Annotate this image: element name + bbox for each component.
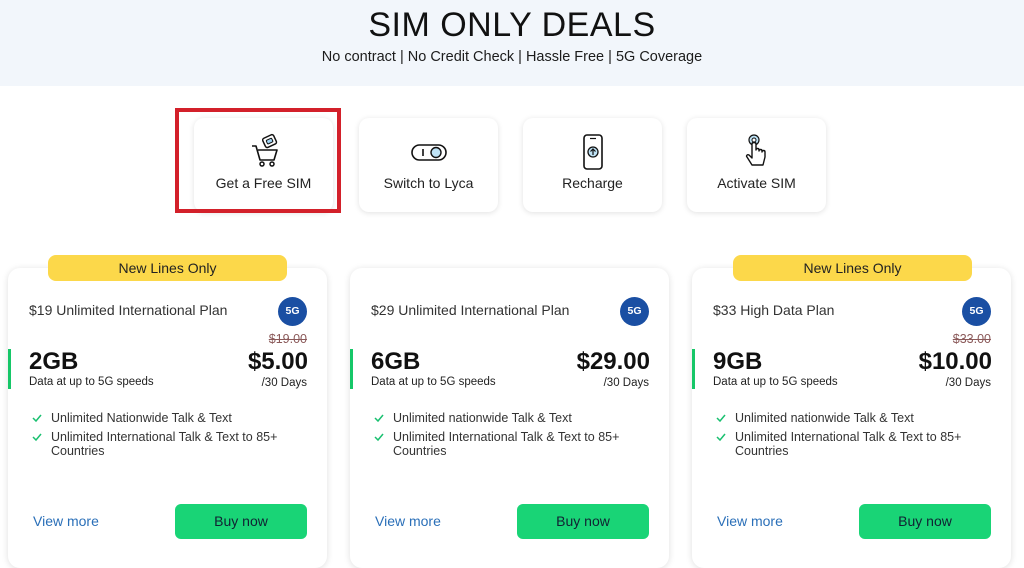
feature-list: Unlimited nationwide Talk & Text Unlimit… (374, 411, 649, 463)
buy-now-button[interactable]: Buy now (517, 504, 649, 539)
plan-card: $29 Unlimited International Plan 5G 6GB … (350, 268, 669, 568)
new-lines-only-ribbon: New Lines Only (48, 255, 287, 281)
tile-label: Activate SIM (717, 175, 796, 191)
view-more-link[interactable]: View more (375, 513, 441, 529)
check-icon (374, 433, 384, 442)
feature-item: Unlimited Nationwide Talk & Text (32, 411, 307, 425)
price-period: /30 Days (945, 377, 991, 389)
data-description: Data at up to 5G speeds (713, 376, 838, 388)
feature-text: Unlimited International Talk & Text to 8… (393, 430, 620, 458)
view-more-link[interactable]: View more (717, 513, 783, 529)
tile-label: Get a Free SIM (215, 175, 312, 191)
page-subtitle: No contract | No Credit Check | Hassle F… (321, 49, 703, 65)
accent-bar (692, 349, 695, 389)
plan-card: $33 High Data Plan 5G 9GB Data at up to … (692, 268, 1011, 568)
price-period: /30 Days (603, 377, 649, 389)
plan-name: $33 High Data Plan (713, 302, 835, 318)
feature-list: Unlimited Nationwide Talk & Text Unlimit… (32, 411, 307, 463)
plan-card: $19 Unlimited International Plan 5G 2GB … (8, 268, 327, 568)
toggle-switch-icon (410, 144, 447, 161)
price-period: /30 Days (261, 377, 307, 389)
hero-banner: SIM ONLY DEALS No contract | No Credit C… (0, 0, 1024, 86)
accent-bar (8, 349, 11, 389)
feature-list: Unlimited nationwide Talk & Text Unlimit… (716, 411, 991, 463)
phone-recharge-icon (582, 134, 603, 170)
feature-text: Unlimited International Talk & Text to 8… (51, 430, 278, 458)
tile-activate-sim[interactable]: Activate SIM (687, 118, 826, 212)
new-lines-only-ribbon: New Lines Only (733, 255, 972, 281)
tile-switch-to-lyca[interactable]: Switch to Lyca (359, 118, 498, 212)
data-amount: 9GB (713, 348, 763, 375)
view-more-link[interactable]: View more (33, 513, 99, 529)
cart-sim-icon (251, 133, 278, 167)
data-description: Data at up to 5G speeds (29, 376, 154, 388)
feature-text: Unlimited Nationwide Talk & Text (51, 411, 232, 425)
check-icon (374, 414, 384, 423)
tile-get-free-sim[interactable]: Get a Free SIM (194, 118, 333, 212)
data-amount: 6GB (371, 348, 421, 375)
data-description: Data at up to 5G speeds (371, 376, 496, 388)
5g-badge-icon: 5G (278, 297, 307, 326)
data-amount: 2GB (29, 348, 79, 375)
feature-item: Unlimited International Talk & Text to 8… (32, 430, 307, 458)
check-icon (716, 414, 726, 423)
tile-recharge[interactable]: Recharge (523, 118, 662, 212)
plan-price: $29.00 (576, 348, 650, 375)
original-price: $33.00 (952, 332, 991, 346)
check-icon (32, 433, 42, 442)
feature-text: Unlimited nationwide Talk & Text (393, 411, 572, 425)
plan-name: $19 Unlimited International Plan (29, 302, 228, 318)
check-icon (32, 414, 42, 423)
feature-item: Unlimited International Talk & Text to 8… (374, 430, 649, 458)
feature-text: Unlimited nationwide Talk & Text (735, 411, 914, 425)
feature-text: Unlimited International Talk & Text to 8… (735, 430, 962, 458)
accent-bar (350, 349, 353, 389)
5g-badge-icon: 5G (620, 297, 649, 326)
feature-item: Unlimited nationwide Talk & Text (374, 411, 649, 425)
tap-hand-icon (745, 134, 766, 166)
buy-now-button[interactable]: Buy now (859, 504, 991, 539)
plan-name: $29 Unlimited International Plan (371, 302, 570, 318)
tile-label: Recharge (562, 175, 623, 191)
5g-badge-icon: 5G (962, 297, 991, 326)
page-title: SIM ONLY DEALS (368, 6, 656, 44)
tile-label: Switch to Lyca (383, 175, 474, 191)
plan-price: $10.00 (918, 348, 992, 375)
original-price: $19.00 (268, 332, 307, 346)
check-icon (716, 433, 726, 442)
feature-item: Unlimited International Talk & Text to 8… (716, 430, 991, 458)
feature-item: Unlimited nationwide Talk & Text (716, 411, 991, 425)
buy-now-button[interactable]: Buy now (175, 504, 307, 539)
plan-price: $5.00 (247, 348, 308, 375)
